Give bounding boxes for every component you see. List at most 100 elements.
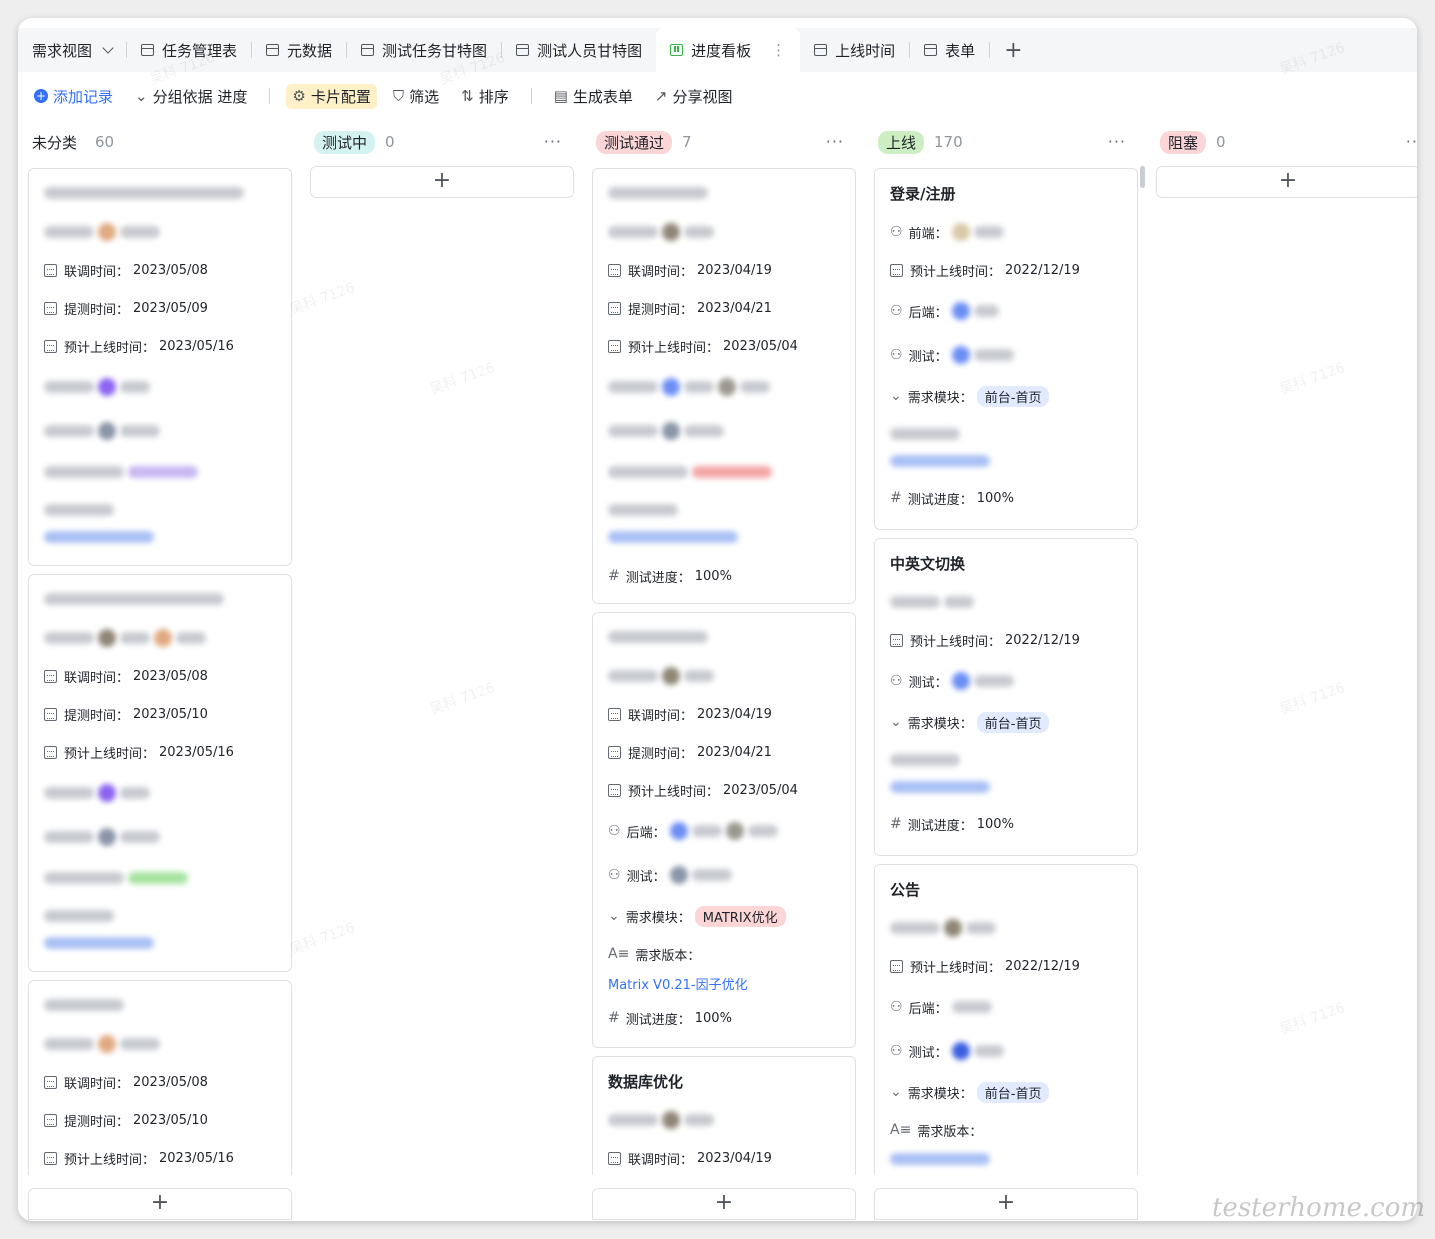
kanban-board: 未分类 60 联调时间： 2023/05/08 提测时间： 2023/05/09 预… (18, 124, 1417, 1220)
card-config-button[interactable]: ⚙ 卡片配置 (286, 83, 377, 109)
add-card-button[interactable]: + (310, 166, 574, 198)
field-label: 预计上线时间： (628, 784, 720, 800)
card-title: 数据库优化 (608, 1073, 684, 1091)
module-tag: MATRIX优化 (694, 905, 786, 927)
kanban-card[interactable]: 联调时间： 2023/05/08 提测时间： 2023/05/10 预计上线时间： 2… (28, 574, 292, 972)
field-label: 后端： (908, 305, 948, 321)
more-icon[interactable]: ··· (1406, 132, 1417, 151)
table-icon (141, 44, 155, 56)
field-value: 2023/05/08 (133, 668, 208, 684)
add-card-button[interactable]: + (592, 1188, 856, 1220)
tab-task-table[interactable]: 任务管理表 (127, 28, 251, 72)
kanban-card[interactable]: 公告 预计上线时间： 2022/12/19 ⚇ 后端： ⚇ 测试： ⌄ 需求模块： 前台-… (874, 864, 1138, 1175)
view-tab-bar: 需求视图 任务管理表 元数据 测试任务甘特图 测试人员甘特图 进度看板 ⋮ 上线时… (18, 28, 1417, 72)
divider (530, 88, 532, 104)
kanban-card[interactable]: 数据库优化 联调时间： 2023/04/19 (592, 1056, 856, 1175)
field-label: 需求模块： (907, 1086, 973, 1102)
column-header: 测试中 0 ··· (310, 124, 582, 160)
calendar-icon (890, 959, 903, 973)
calendar-icon (44, 301, 57, 315)
add-card-button[interactable]: + (28, 1188, 292, 1220)
gantt-icon (361, 44, 375, 56)
blurred-title (44, 187, 244, 199)
add-record-button[interactable]: + 添加记录 (34, 86, 113, 107)
field-value: 2023/04/19 (697, 1150, 772, 1166)
tab-metadata[interactable]: 元数据 (252, 28, 346, 72)
sort-button[interactable]: ⇅ 排序 (461, 86, 509, 107)
more-icon[interactable]: ··· (826, 132, 844, 151)
card-list: 联调时间： 2023/04/19 提测时间： 2023/04/21 预计上线时间： 2… (592, 160, 864, 1175)
chevron-circle-icon: ⌄ (135, 87, 148, 105)
column-count: 170 (934, 133, 963, 151)
person-icon: ⚇ (608, 867, 621, 883)
tab-label: 表单 (945, 41, 976, 60)
kanban-icon (670, 44, 684, 56)
field-label: 提测时间： (64, 708, 130, 724)
field-label: 提测时间： (64, 1114, 130, 1130)
kanban-card[interactable]: 中英文切换 预计上线时间： 2022/12/19 ⚇ 测试： ⌄ 需求模块： 前台-首页… (874, 538, 1138, 856)
tab-progress-board[interactable]: 进度看板 ⋮ (656, 28, 801, 72)
group-by-label: 分组依据 进度 (152, 87, 248, 106)
tab-release-time[interactable]: 上线时间 (800, 28, 909, 72)
column-name: 阻塞 (1160, 130, 1207, 154)
kanban-card[interactable]: 联调时间： 2023/05/08 提测时间： 2023/05/09 预计上线时间： 2… (28, 168, 292, 566)
tab-label: 测试任务甘特图 (382, 41, 488, 60)
column-header: 上线 170 ··· (874, 124, 1146, 160)
group-by-button[interactable]: ⌄ 分组依据 进度 (135, 86, 247, 107)
field-label: 测试进度： (907, 818, 973, 834)
calendar-icon (44, 339, 57, 353)
card-config-label: 卡片配置 (310, 87, 371, 106)
column-testing: 测试中 0 ··· + (300, 124, 582, 1175)
calendar-icon (44, 1075, 57, 1089)
more-icon[interactable]: ··· (544, 132, 562, 151)
filter-button[interactable]: ⛉ 筛选 (393, 86, 439, 107)
tab-label: 进度看板 (691, 41, 752, 60)
tab-tester-gantt[interactable]: 测试人员甘特图 (502, 28, 656, 72)
view-switcher[interactable]: 需求视图 (18, 28, 126, 72)
field-label: 需求版本： (917, 1124, 983, 1140)
hash-icon: # (890, 490, 902, 506)
card-list: 联调时间： 2023/05/08 提测时间： 2023/05/09 预计上线时间： 2… (28, 160, 300, 1175)
share-view-button[interactable]: ↗ 分享视图 (655, 86, 733, 107)
form-icon: ▤ (553, 87, 568, 105)
add-card-button[interactable]: + (1156, 166, 1417, 198)
add-card-button[interactable]: + (874, 1188, 1138, 1220)
field-value: 2023/05/10 (133, 706, 208, 722)
calendar-icon (608, 339, 621, 353)
field-label: 预计上线时间： (910, 264, 1002, 280)
column-blocked: 阻塞 0 ··· + (1146, 124, 1417, 1175)
version-link[interactable]: Matrix V0.21-因子优化 (608, 973, 840, 999)
kanban-card[interactable]: 联调时间： 2023/05/08 提测时间： 2023/05/10 预计上线时间： 2… (28, 980, 292, 1175)
blurred-title (608, 187, 708, 199)
kanban-card[interactable]: 联调时间： 2023/04/19 提测时间： 2023/04/21 预计上线时间： 2… (592, 612, 856, 1048)
field-label: 联调时间： (628, 708, 694, 724)
add-view-button[interactable]: + (990, 28, 1036, 72)
kanban-card[interactable]: 登录/注册 ⚇ 前端： 预计上线时间： 2022/12/19 ⚇ 后端： ⚇ 测试： ⌄… (874, 168, 1138, 530)
tab-test-task-gantt[interactable]: 测试任务甘特图 (347, 28, 501, 72)
more-vertical-icon[interactable]: ⋮ (771, 41, 786, 59)
field-value: 100% (976, 490, 1014, 506)
field-value: 2023/05/08 (133, 262, 208, 278)
column-name: 上线 (878, 130, 925, 154)
calendar-icon (44, 263, 57, 277)
blurred-title (608, 631, 708, 643)
field-label: 测试： (908, 349, 948, 365)
plus-icon: + (432, 168, 452, 193)
text-icon: A≡ (890, 1122, 912, 1138)
person-icon: ⚇ (890, 224, 903, 240)
kanban-card[interactable]: 联调时间： 2023/04/19 提测时间： 2023/04/21 预计上线时间： 2… (592, 168, 856, 604)
tab-form[interactable]: 表单 (910, 28, 989, 72)
person-icon: ⚇ (890, 303, 903, 319)
chevron-circle-icon: ⌄ (890, 1084, 902, 1100)
field-value: 2022/12/19 (1005, 632, 1080, 648)
field-label: 后端： (908, 1001, 948, 1017)
field-label: 测试进度： (625, 570, 691, 586)
more-icon[interactable]: ··· (1108, 132, 1126, 151)
field-value: 2023/05/10 (133, 1112, 208, 1128)
calendar-icon (890, 633, 903, 647)
person-icon: ⚇ (890, 999, 903, 1015)
card-title: 公告 (890, 881, 921, 899)
generate-form-button[interactable]: ▤ 生成表单 (554, 86, 633, 107)
field-value: 2023/05/04 (723, 782, 798, 798)
calendar-icon (44, 1151, 57, 1165)
